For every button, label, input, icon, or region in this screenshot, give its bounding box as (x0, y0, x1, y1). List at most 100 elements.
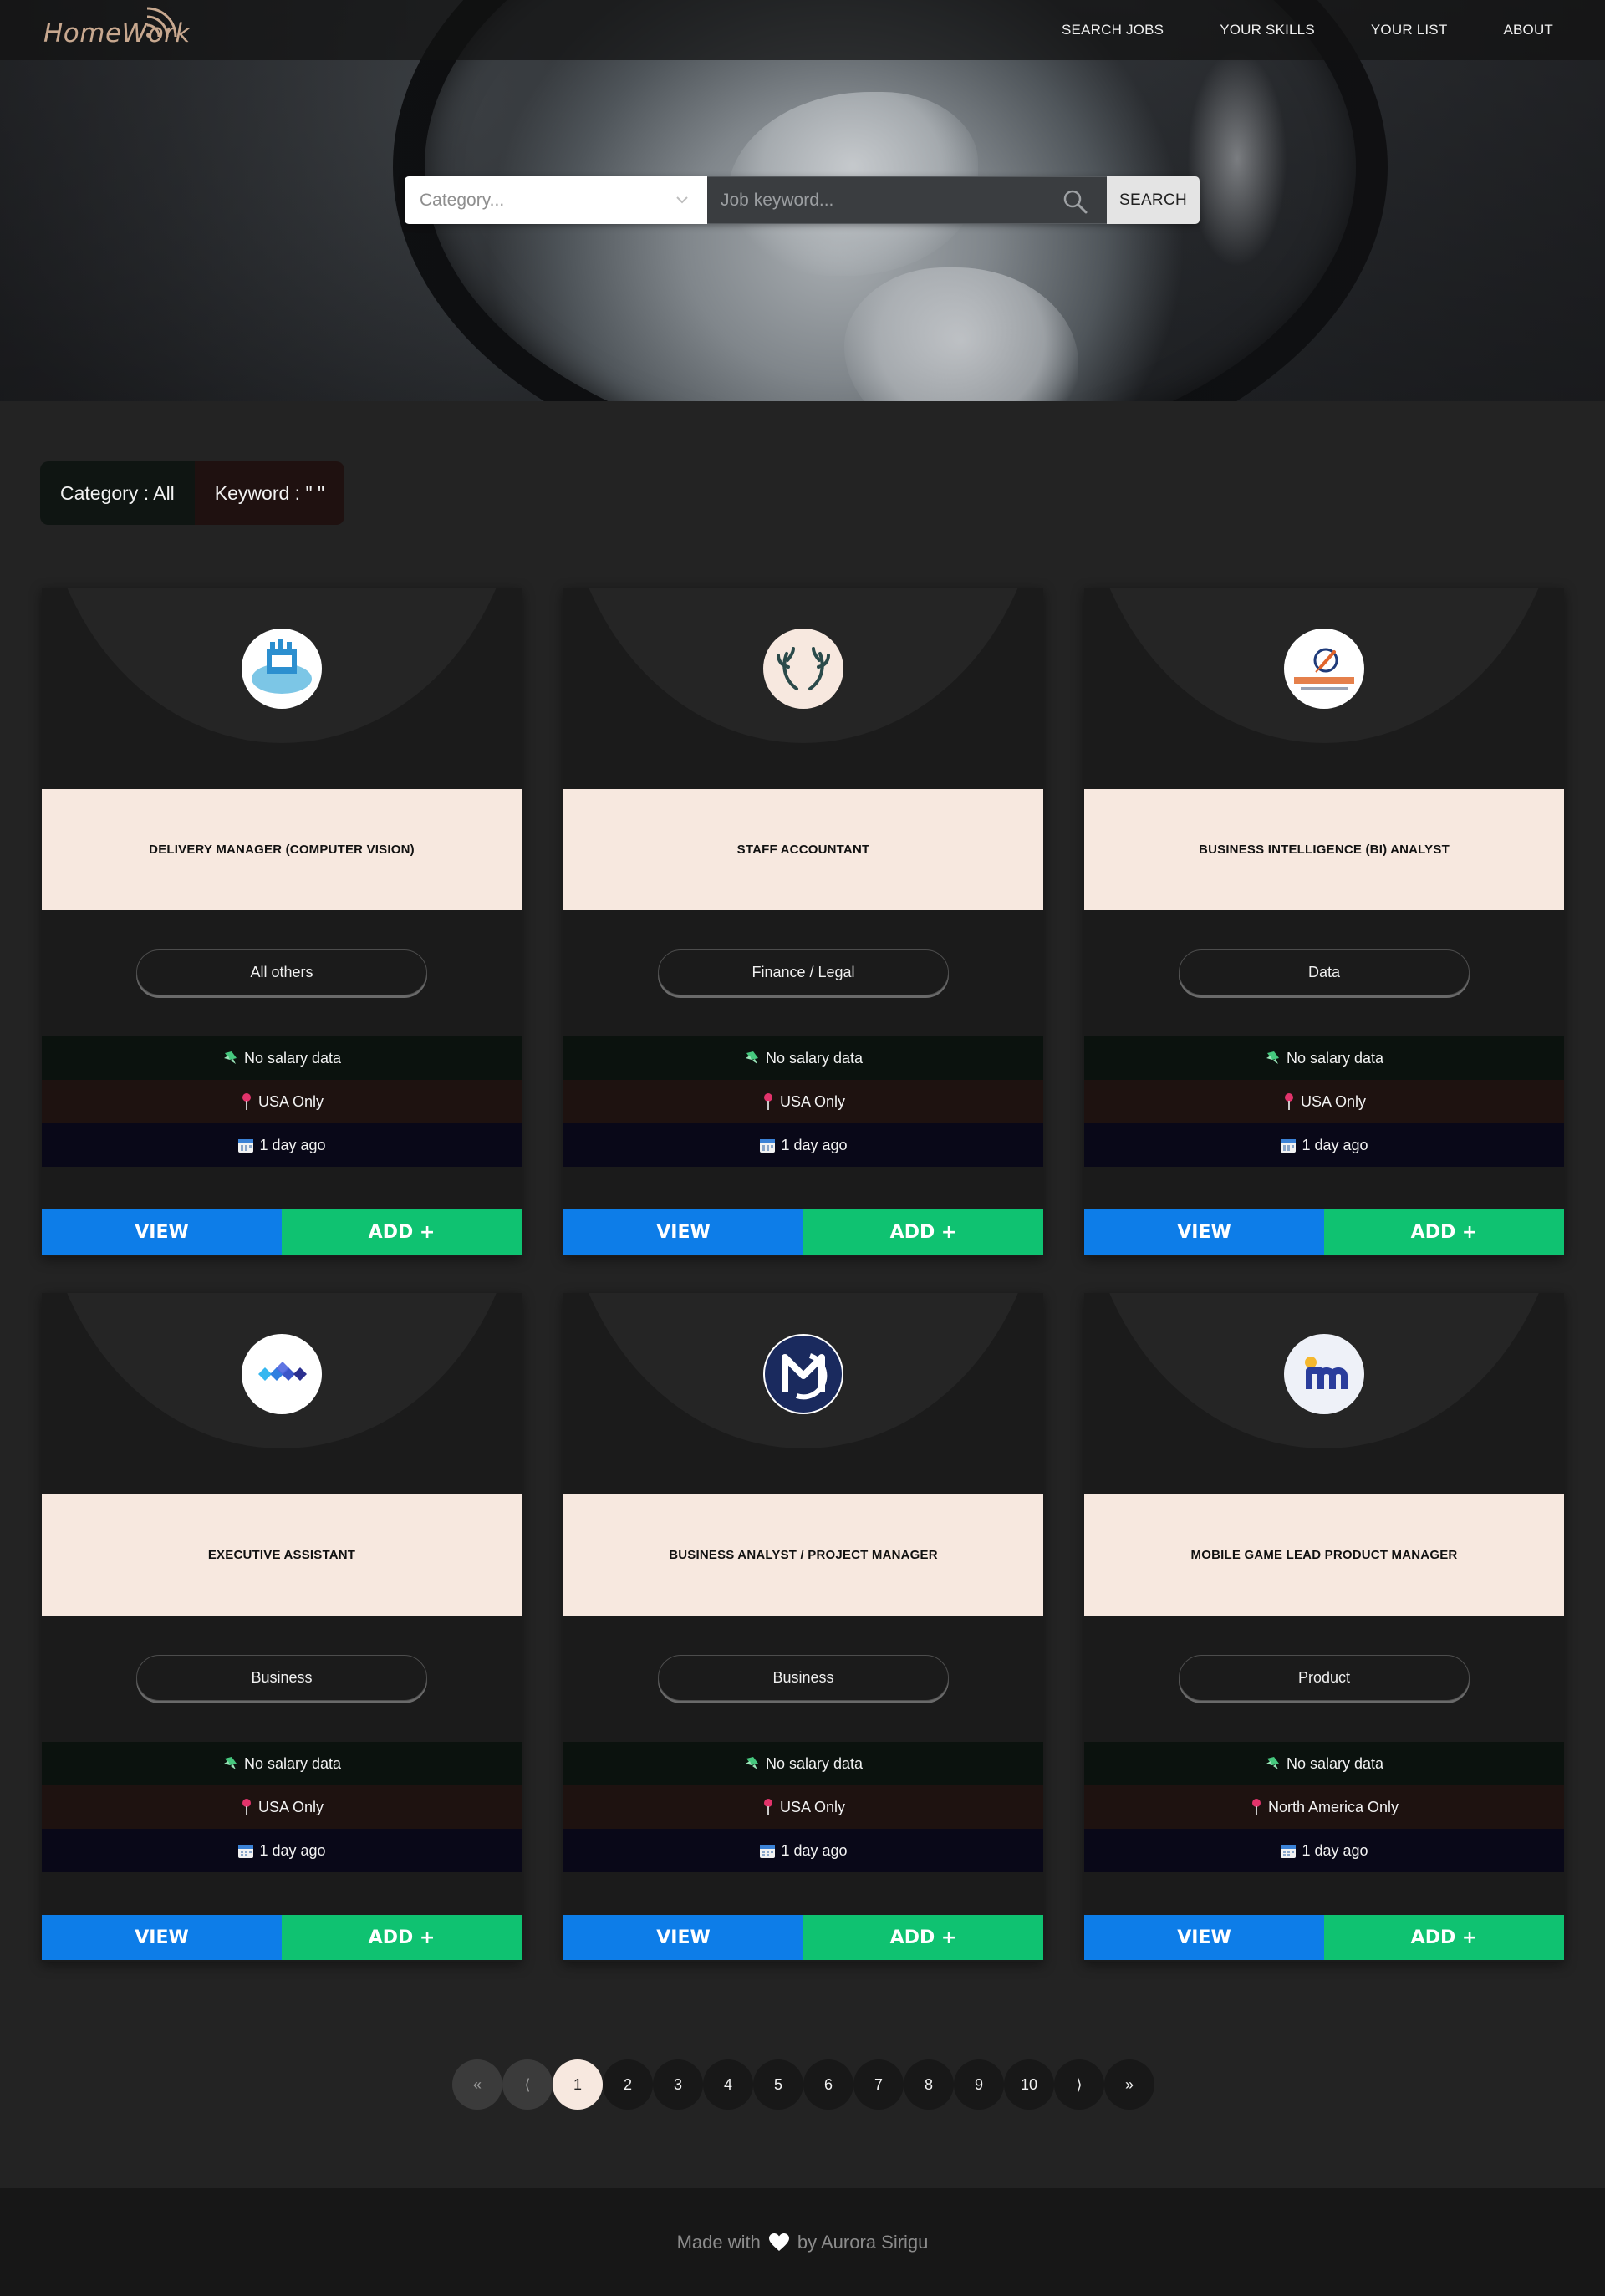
add-button[interactable]: ADD + (282, 1209, 522, 1255)
company-logo (1284, 629, 1364, 709)
view-button[interactable]: VIEW (42, 1915, 282, 1960)
company-logo (242, 1334, 322, 1414)
job-title: STAFF ACCOUNTANT (563, 789, 1043, 910)
posted-text: 1 day ago (259, 1136, 326, 1153)
posted-row: 1 day ago (1084, 1123, 1564, 1167)
page-button-1[interactable]: 1 (553, 2059, 603, 2110)
posted-row: 1 day ago (42, 1123, 522, 1167)
salary-row: No salary data (563, 1742, 1043, 1785)
location-row: USA Only (42, 1080, 522, 1123)
posted-text: 1 day ago (259, 1841, 326, 1859)
prev-page-button[interactable]: ⟨ (502, 2059, 553, 2110)
company-logo (242, 629, 322, 709)
active-filters: Category : All Keyword : " " (40, 461, 345, 525)
add-button[interactable]: ADD + (1324, 1209, 1564, 1255)
salary-row: No salary data (1084, 1742, 1564, 1785)
search-icon[interactable] (1062, 188, 1088, 215)
job-card: STAFF ACCOUNTANT Finance / Legal No sala… (563, 588, 1043, 1256)
salary-text: No salary data (243, 1754, 342, 1772)
job-category-pill: All others (136, 949, 427, 995)
page-button-7[interactable]: 7 (853, 2059, 904, 2110)
money-wings-icon (744, 1050, 761, 1067)
view-button[interactable]: VIEW (563, 1209, 803, 1255)
page-button-8[interactable]: 8 (904, 2059, 954, 2110)
search-bar: Category... SEARCH (405, 176, 1200, 224)
add-button[interactable]: ADD + (803, 1915, 1043, 1960)
nav-search-jobs[interactable]: SEARCH JOBS (1062, 22, 1164, 38)
page-button-5[interactable]: 5 (753, 2059, 803, 2110)
location-row: USA Only (1084, 1080, 1564, 1123)
job-category-pill: Product (1179, 1655, 1470, 1701)
page-button-3[interactable]: 3 (653, 2059, 703, 2110)
pushpin-icon (1250, 1798, 1263, 1816)
card-actions: VIEW ADD + (1084, 1915, 1564, 1960)
heart-icon (768, 2232, 789, 2252)
posted-text: 1 day ago (1302, 1841, 1368, 1859)
view-button[interactable]: VIEW (1084, 1209, 1324, 1255)
m-bubble-logo-icon (765, 1336, 842, 1413)
add-button[interactable]: ADD + (803, 1209, 1043, 1255)
page-button-6[interactable]: 6 (803, 2059, 853, 2110)
pushpin-icon (762, 1798, 775, 1816)
posted-text: 1 day ago (781, 1841, 848, 1859)
chevron-down-icon[interactable] (670, 188, 694, 211)
footer: Made with by Aurora Sirigu (0, 2188, 1605, 2296)
page-button-2[interactable]: 2 (603, 2059, 653, 2110)
location-text: USA Only (1300, 1092, 1367, 1110)
antlers-logo-icon (777, 647, 830, 690)
hero-banner: HomeWork SEARCH JOBS YOUR SKILLS YOUR LI… (0, 0, 1605, 401)
page-button-10[interactable]: 10 (1004, 2059, 1054, 2110)
last-page-button[interactable]: » (1104, 2059, 1154, 2110)
page-button-9[interactable]: 9 (954, 2059, 1004, 2110)
location-text: USA Only (257, 1798, 324, 1815)
first-page-button[interactable]: « (452, 2059, 502, 2110)
location-row: USA Only (42, 1785, 522, 1829)
location-text: USA Only (779, 1092, 846, 1110)
footer-author: by Aurora Sirigu (797, 2231, 929, 2253)
m-logo-icon (1305, 1357, 1348, 1389)
salary-text: No salary data (1286, 1754, 1384, 1772)
job-card: MOBILE GAME LEAD PRODUCT MANAGER Product… (1084, 1293, 1564, 1962)
posted-text: 1 day ago (1302, 1136, 1368, 1153)
nav-about[interactable]: ABOUT (1503, 22, 1553, 38)
company-logo (763, 629, 843, 709)
keyword-input[interactable] (707, 177, 1058, 223)
posted-row: 1 day ago (563, 1829, 1043, 1872)
next-page-button[interactable]: ⟩ (1054, 2059, 1104, 2110)
pushpin-icon (1282, 1092, 1296, 1111)
posted-text: 1 day ago (781, 1136, 848, 1153)
job-card: EXECUTIVE ASSISTANT Business No salary d… (42, 1293, 522, 1962)
pagination: « ⟨ 1 2 3 4 5 6 7 8 9 10 ⟩ » (452, 2059, 1154, 2110)
page-button-4[interactable]: 4 (703, 2059, 753, 2110)
card-actions: VIEW ADD + (42, 1915, 522, 1960)
location-row: North America Only (1084, 1785, 1564, 1829)
salary-row: No salary data (42, 1036, 522, 1080)
money-wings-icon (222, 1050, 239, 1067)
nav-your-skills[interactable]: YOUR SKILLS (1220, 22, 1315, 38)
talent-launch-logo-icon (1294, 648, 1354, 690)
location-row: USA Only (563, 1785, 1043, 1829)
money-wings-icon (744, 1755, 761, 1772)
view-button[interactable]: VIEW (1084, 1915, 1324, 1960)
talent-factory-logo-icon (252, 639, 312, 694)
category-select-placeholder: Category... (420, 190, 505, 210)
add-button[interactable]: ADD + (1324, 1915, 1564, 1960)
salary-text: No salary data (243, 1049, 342, 1067)
posted-row: 1 day ago (563, 1123, 1043, 1167)
category-select[interactable]: Category... (405, 176, 707, 224)
view-button[interactable]: VIEW (563, 1915, 803, 1960)
job-category-pill: Business (136, 1655, 427, 1701)
card-actions: VIEW ADD + (563, 1209, 1043, 1255)
job-category-pill: Data (1179, 949, 1470, 995)
pushpin-icon (240, 1798, 253, 1816)
add-button[interactable]: ADD + (282, 1915, 522, 1960)
calendar-icon (759, 1137, 776, 1153)
search-button[interactable]: SEARCH (1107, 176, 1200, 224)
nav-your-list[interactable]: YOUR LIST (1371, 22, 1448, 38)
job-category-pill: Business (658, 1655, 949, 1701)
posted-row: 1 day ago (42, 1829, 522, 1872)
salary-row: No salary data (42, 1742, 522, 1785)
calendar-icon (1280, 1842, 1297, 1859)
location-text: USA Only (257, 1092, 324, 1110)
view-button[interactable]: VIEW (42, 1209, 282, 1255)
